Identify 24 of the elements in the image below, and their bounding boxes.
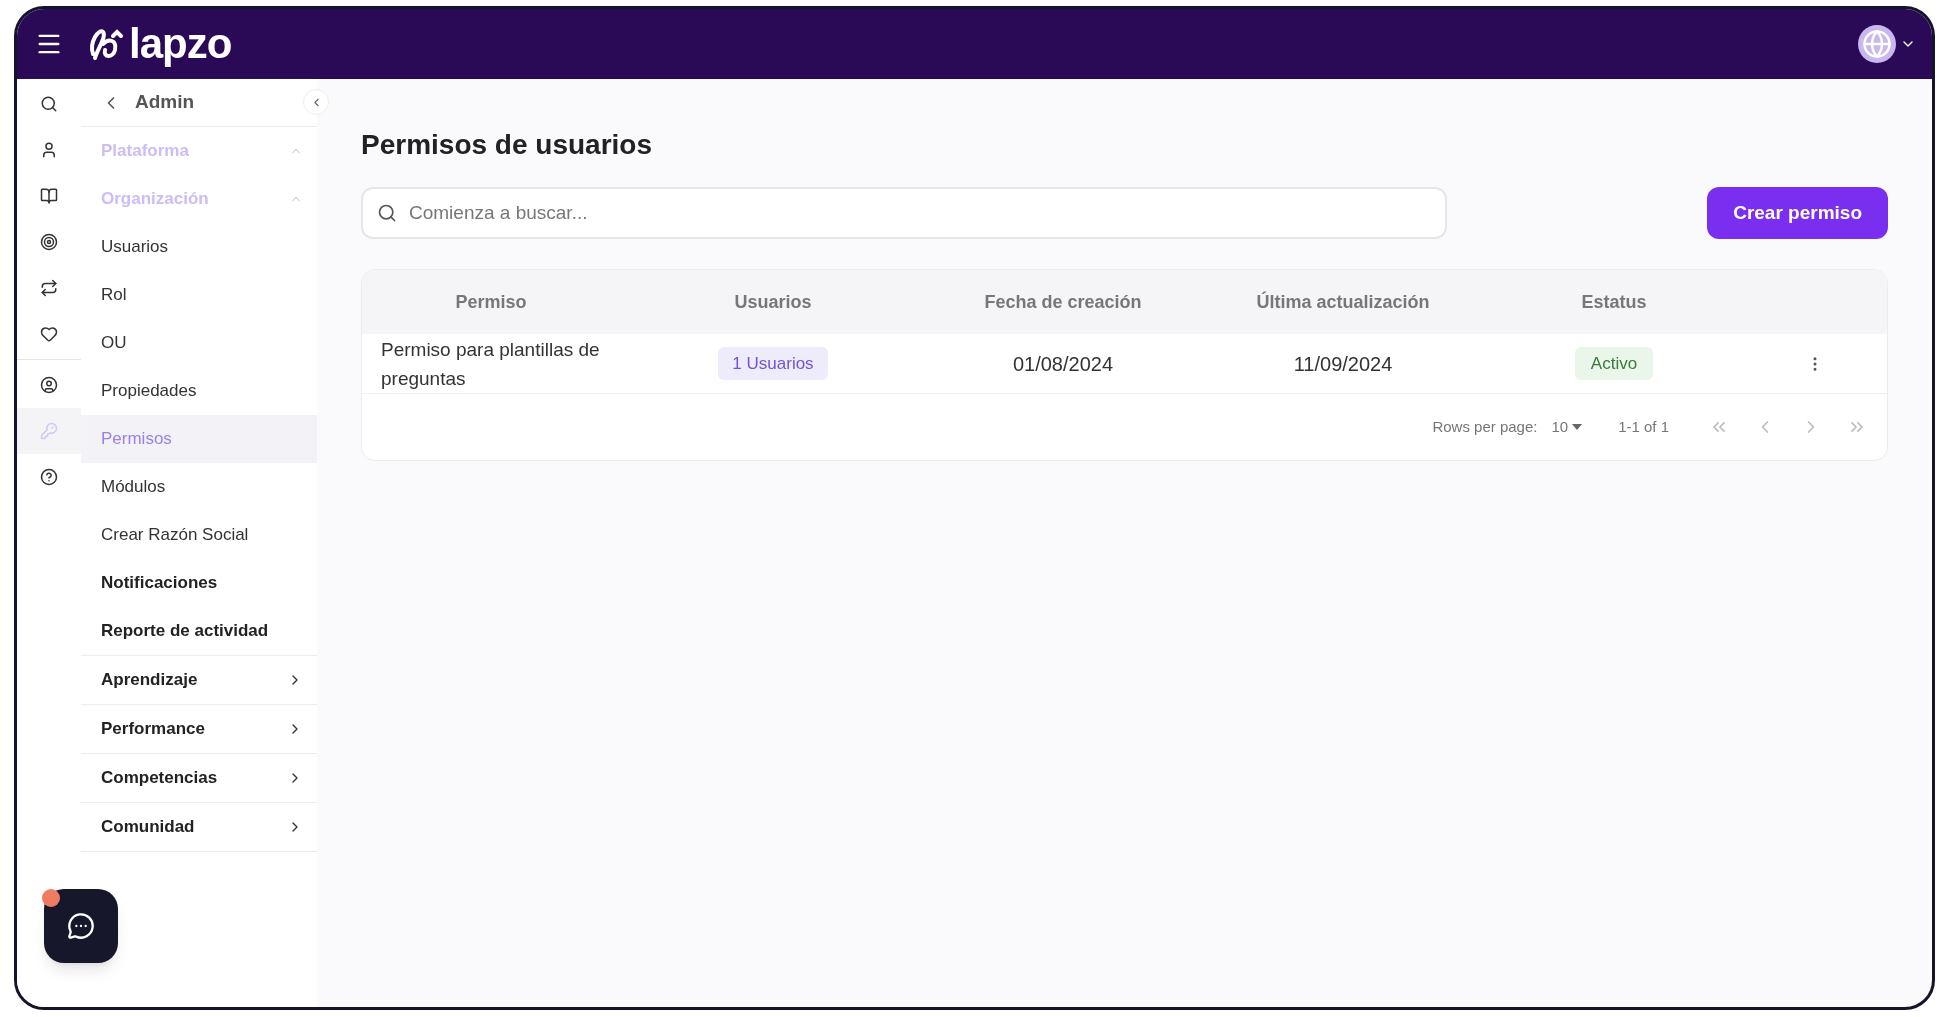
chat-icon (67, 912, 95, 940)
table-cell-text: Permiso para plantillas de preguntas (380, 337, 601, 391)
column-header: Fecha de creación (984, 290, 1142, 314)
table-cell-text: 11/09/2024 (1293, 351, 1393, 377)
column-header: Usuarios (734, 290, 812, 314)
column-header: Última actualización (1256, 290, 1430, 314)
caret-icon (1572, 424, 1583, 430)
logo-text: lapzo (129, 23, 232, 65)
globe-icon (1862, 29, 1892, 59)
users-tag: 1 Usuarios (718, 346, 828, 381)
column-header: Permiso (455, 290, 527, 314)
page-title: Permisos de usuarios (361, 128, 653, 162)
create-button[interactable]: Crear permiso (1707, 187, 1888, 239)
back-button[interactable]: Admin (81, 88, 195, 117)
search-icon (377, 203, 397, 223)
rows-per-page-select[interactable]: 10 (1551, 415, 1583, 439)
status-tag: Activo (1574, 346, 1654, 381)
column-header: Estatus (1581, 290, 1647, 314)
chat-button[interactable] (44, 889, 118, 963)
avatar[interactable] (1858, 25, 1896, 63)
page-range: 1-1 of 1 (1618, 416, 1669, 437)
rows-per-page-label: Rows per page: (1432, 416, 1538, 437)
table-cell-text: 01/08/2024 (1012, 351, 1114, 377)
search-field[interactable]: Comienza a buscar... (361, 187, 1447, 239)
